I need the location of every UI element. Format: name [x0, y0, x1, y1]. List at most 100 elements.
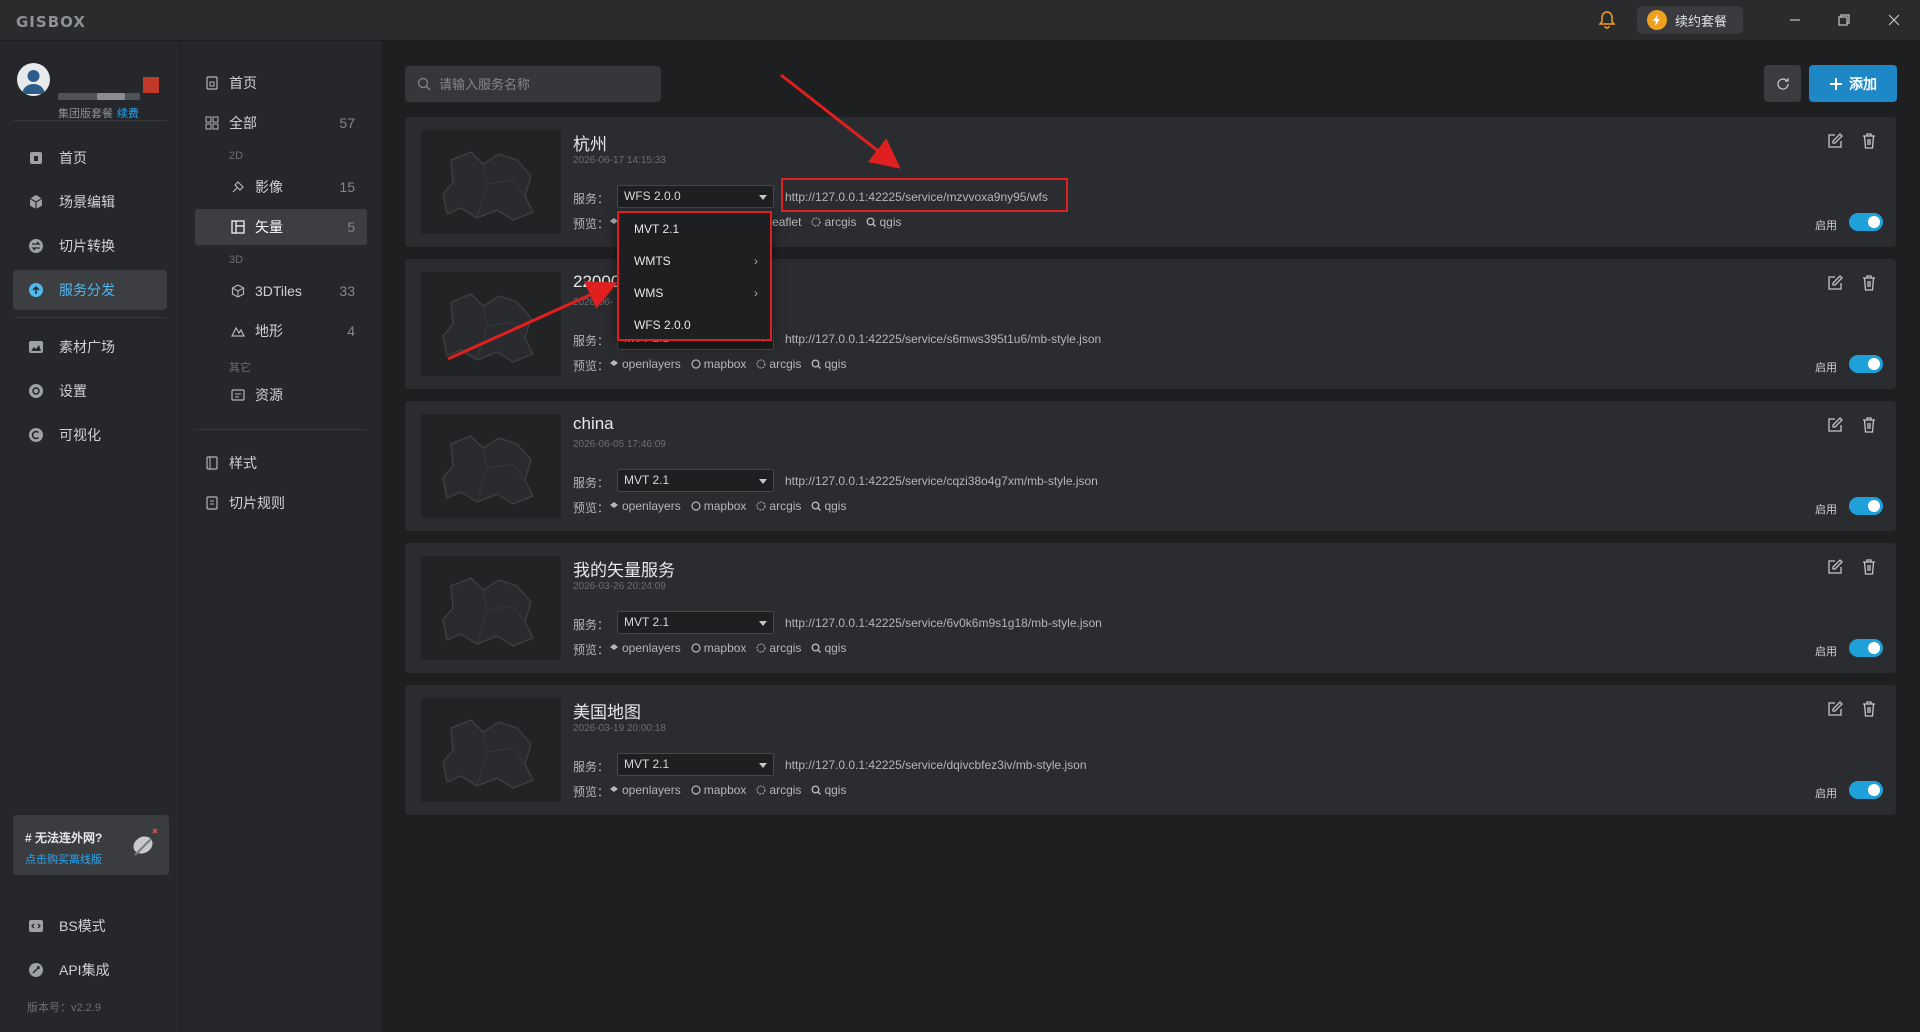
minimize-button[interactable]: [1782, 8, 1808, 32]
service-url[interactable]: http://127.0.0.1:42225/service/s6mws395t…: [785, 332, 1101, 346]
sidebar-item-service-publish[interactable]: 服务分发: [13, 270, 167, 310]
enable-toggle[interactable]: [1849, 355, 1883, 373]
service-url[interactable]: http://127.0.0.1:42225/service/cqzi38o4g…: [785, 474, 1098, 488]
subnav-home[interactable]: 首页: [195, 65, 367, 101]
preview-link-label: openlayers: [622, 783, 681, 797]
trash-icon[interactable]: [1860, 274, 1878, 292]
sidebar-item-material[interactable]: 素材广场: [13, 327, 167, 367]
enable-toggle[interactable]: [1849, 639, 1883, 657]
sidebar-item-home[interactable]: 首页: [13, 138, 167, 178]
enable-toggle[interactable]: [1849, 497, 1883, 515]
sidebar-item-tile-convert[interactable]: 切片转换: [13, 226, 167, 266]
search-box[interactable]: [405, 66, 661, 102]
preview-link-arcgis[interactable]: arcgis: [811, 215, 856, 229]
service-type-select[interactable]: MVT 2.1: [617, 611, 774, 634]
trash-icon[interactable]: [1860, 700, 1878, 718]
dropdown-option[interactable]: WFS 2.0.0: [619, 309, 770, 341]
map-thumbnail[interactable]: [421, 556, 561, 660]
preview-link-qgis[interactable]: qgis: [811, 499, 846, 513]
preview-link-qgis[interactable]: qgis: [811, 783, 846, 797]
service-type-select[interactable]: WFS 2.0.0: [617, 185, 774, 208]
sidebar-item-visualization[interactable]: 可视化: [13, 415, 167, 455]
map-thumbnail[interactable]: [421, 414, 561, 518]
preview-link-arcgis[interactable]: arcgis: [756, 357, 801, 371]
offline-promo[interactable]: # 无法连外网? 点击购买离线版: [13, 815, 169, 875]
renew-link[interactable]: 续费: [117, 108, 139, 120]
select-value: MVT 2.1: [624, 615, 670, 629]
preview-link-openlayers[interactable]: openlayers: [609, 641, 681, 655]
sidebar-item-label: BS模式: [59, 918, 106, 934]
search-input[interactable]: [439, 76, 649, 92]
renew-plan-button[interactable]: 续约套餐: [1637, 6, 1743, 34]
subnav-vector[interactable]: 矢量 5: [195, 209, 367, 245]
preview-link-arcgis[interactable]: arcgis: [756, 783, 801, 797]
service-label: 服务：: [573, 618, 610, 632]
preview-link-arcgis[interactable]: arcgis: [756, 499, 801, 513]
user-profile[interactable]: 集团版套餐 续费: [17, 63, 177, 120]
renew-plan-label: 续约套餐: [1675, 13, 1728, 29]
trash-icon[interactable]: [1860, 558, 1878, 576]
preview-link-label: arcgis: [769, 641, 802, 655]
lightning-icon: [1647, 10, 1667, 30]
subnav-label: 全部: [229, 115, 257, 131]
service-url[interactable]: http://127.0.0.1:42225/service/dqivcbfez…: [785, 758, 1087, 772]
sidebar-item-label: 场景编辑: [59, 194, 115, 210]
add-button[interactable]: 添加: [1809, 65, 1897, 102]
preview-link-qgis[interactable]: qgis: [811, 641, 846, 655]
trash-icon[interactable]: [1860, 416, 1878, 434]
preview-link-openlayers[interactable]: openlayers: [609, 357, 681, 371]
restore-button[interactable]: [1831, 8, 1857, 32]
enable-toggle[interactable]: [1849, 781, 1883, 799]
edit-icon[interactable]: [1826, 274, 1844, 292]
map-thumbnail[interactable]: [421, 130, 561, 234]
service-type-select[interactable]: MVT 2.1: [617, 753, 774, 776]
dropdown-option[interactable]: WMTS ›: [619, 245, 770, 277]
refresh-button[interactable]: [1764, 65, 1801, 102]
dropdown-option[interactable]: WMS ›: [619, 277, 770, 309]
subnav-style[interactable]: 样式: [195, 445, 367, 481]
edit-icon[interactable]: [1826, 132, 1844, 150]
trash-icon[interactable]: [1860, 132, 1878, 150]
dropdown-option[interactable]: MVT 2.1: [619, 213, 770, 245]
preview-link-mapbox[interactable]: mapbox: [691, 783, 746, 797]
edit-icon[interactable]: [1826, 558, 1844, 576]
subnav-resource[interactable]: 资源: [195, 377, 367, 413]
sidebar-item-bs-mode[interactable]: BS模式: [13, 906, 167, 946]
preview-link-mapbox[interactable]: mapbox: [691, 499, 746, 513]
enable-toggle[interactable]: [1849, 213, 1883, 231]
service-type-dropdown[interactable]: MVT 2.1 WMTS › WMS › WFS 2.0.0: [617, 211, 772, 341]
bell-icon[interactable]: [1597, 10, 1617, 30]
subnav-imagery[interactable]: 影像 15: [195, 169, 367, 205]
mapbox-icon: [691, 785, 701, 795]
service-url[interactable]: http://127.0.0.1:42225/service/6v0k6m9s1…: [785, 616, 1102, 630]
edit-icon[interactable]: [1826, 416, 1844, 434]
preview-link-openlayers[interactable]: openlayers: [609, 499, 681, 513]
map-thumbnail[interactable]: [421, 272, 561, 376]
sidebar-item-settings[interactable]: 设置: [13, 371, 167, 411]
service-name: 美国地图: [573, 703, 641, 722]
preview-label: 预览：: [573, 785, 610, 799]
arcgis-icon: [811, 217, 821, 227]
offline-promo-link[interactable]: 点击购买离线版: [25, 851, 102, 867]
map-thumbnail[interactable]: [421, 698, 561, 802]
preview-link-arcgis[interactable]: arcgis: [756, 641, 801, 655]
toggle-knob: [1868, 642, 1880, 654]
service-type-select[interactable]: MVT 2.1: [617, 469, 774, 492]
edit-icon[interactable]: [1826, 700, 1844, 718]
sidebar-item-scene-edit[interactable]: 场景编辑: [13, 182, 167, 222]
sidebar-item-label: API集成: [59, 962, 110, 978]
close-button[interactable]: [1881, 8, 1907, 32]
preview-link-qgis[interactable]: qgis: [811, 357, 846, 371]
subnav-terrain[interactable]: 地形 4: [195, 313, 367, 349]
chevron-right-icon: ›: [754, 286, 758, 300]
preview-link-openlayers[interactable]: openlayers: [609, 783, 681, 797]
preview-link-mapbox[interactable]: mapbox: [691, 357, 746, 371]
sidebar-item-api[interactable]: API集成: [13, 950, 167, 990]
preview-link-mapbox[interactable]: mapbox: [691, 641, 746, 655]
subnav-all[interactable]: 全部 57: [195, 105, 367, 141]
subnav-tile-rules[interactable]: 切片规则: [195, 485, 367, 521]
subnav-3dtiles[interactable]: 3DTiles 33: [195, 273, 367, 309]
openlayers-icon: [609, 501, 619, 511]
preview-link-qgis[interactable]: qgis: [866, 215, 901, 229]
refresh-icon: [1775, 76, 1791, 92]
